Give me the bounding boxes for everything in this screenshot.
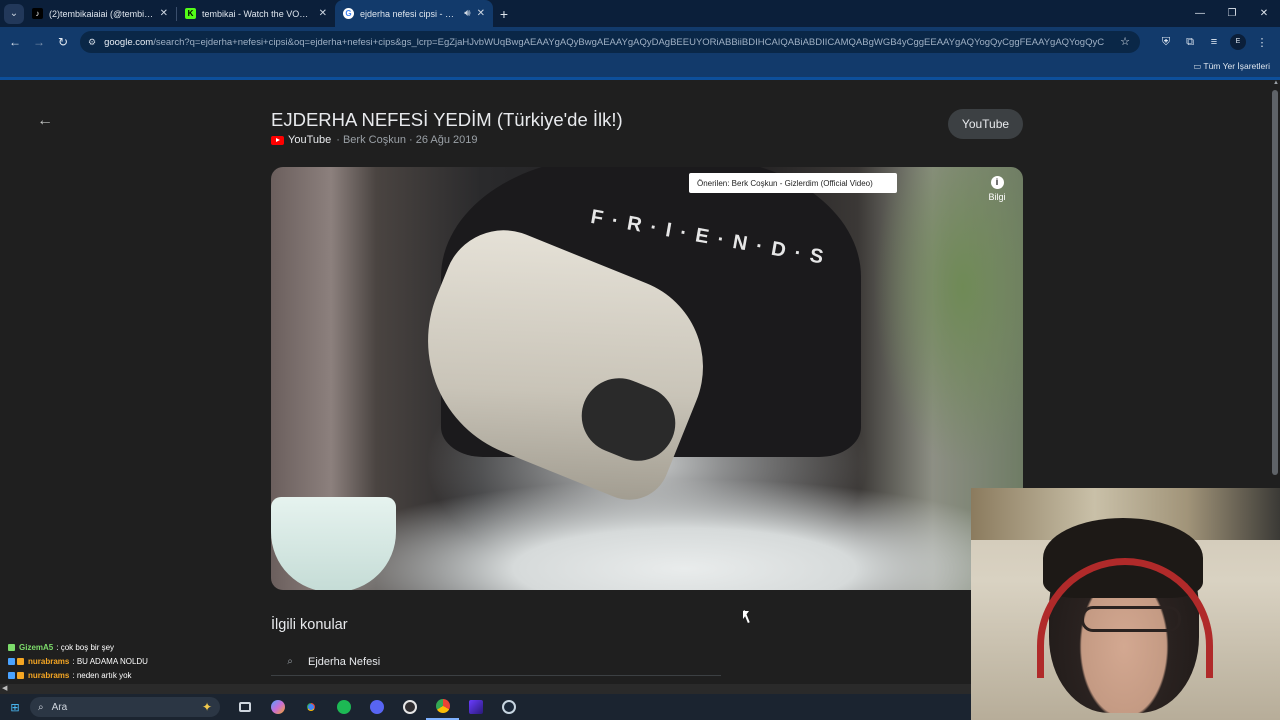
- scroll-up-arrow[interactable]: ▲: [1273, 80, 1279, 86]
- meta-separator: ·: [336, 134, 343, 146]
- new-tab-button[interactable]: +: [493, 6, 515, 22]
- close-icon[interactable]: ✕: [154, 8, 168, 19]
- info-button[interactable]: i Bilgi: [987, 176, 1007, 202]
- chat-message: nurabrams : neden artık yok: [8, 668, 298, 682]
- tab-strip: ⌄ ♪ (2)tembikaiaiai (@tembikaiaia ✕ K te…: [0, 0, 1280, 27]
- site-info-icon[interactable]: ⚙: [88, 37, 96, 48]
- open-youtube-button[interactable]: YouTube: [948, 109, 1023, 139]
- forward-icon[interactable]: →: [27, 35, 51, 49]
- chat-badge-icon: [8, 657, 15, 665]
- kebab-menu-icon[interactable]: ⋮: [1250, 36, 1274, 49]
- video-channel: Berk Coşkun: [342, 134, 406, 146]
- chat-text: BU ADAMA NOLDU: [76, 656, 148, 666]
- video-source: YouTube: [288, 134, 332, 146]
- chat-badge-icon: [8, 671, 15, 679]
- stream-chat-overlay: GizemA5 : çok boş bir şey nurabrams : BU…: [8, 640, 298, 682]
- shield-extension-icon[interactable]: ⛨: [1154, 36, 1178, 49]
- chrome-icon[interactable]: [294, 694, 327, 720]
- chat-message: GizemA5 : çok boş bir şey: [8, 640, 298, 654]
- copilot-icon[interactable]: [261, 694, 294, 720]
- info-label: Bilgi: [988, 192, 1006, 202]
- spotify-icon[interactable]: [327, 694, 360, 720]
- minimize-icon[interactable]: —: [1184, 8, 1216, 19]
- video-title[interactable]: EJDERHA NEFESİ YEDİM (Türkiye'de İlk!): [271, 109, 623, 131]
- search-icon: ⌕: [38, 701, 44, 713]
- chat-username: GizemA5: [19, 642, 54, 652]
- info-icon: i: [990, 176, 1004, 189]
- vertical-scrollbar[interactable]: [1272, 90, 1278, 475]
- puzzle-extensions-icon[interactable]: ⧉: [1178, 36, 1202, 49]
- tab-google-search[interactable]: G ejderha nefesi cipsi - Google 🔊︎ ✕: [335, 0, 493, 27]
- bookmark-star-icon[interactable]: ☆: [1120, 35, 1130, 48]
- close-window-icon[interactable]: ✕: [1248, 8, 1280, 19]
- suggested-video-card[interactable]: Önerilen: Berk Coşkun - Gizlerdim (Offic…: [689, 173, 897, 193]
- video-date: 26 Ağu 2019: [415, 134, 478, 146]
- url-text: google.com/search?q=ejderha+nefesi+cipsi…: [104, 37, 1104, 48]
- webcam-overlay: [971, 488, 1280, 720]
- tab-title: tembikai - Watch the VOD on K: [202, 8, 313, 19]
- browser-toolbar: ← → ↻ ⚙ google.com/search?q=ejderha+nefe…: [0, 27, 1280, 57]
- tab-title: (2)tembikaiaiai (@tembikaiaia: [49, 8, 154, 19]
- windows-start-icon[interactable]: ⊞: [0, 701, 30, 714]
- related-topic-item[interactable]: ⌕ Ejderha Nefesi: [271, 648, 721, 676]
- window-controls: — ❐ ✕: [1184, 8, 1280, 19]
- media-controls-icon[interactable]: ≡: [1202, 36, 1226, 48]
- video-bowl: [271, 497, 396, 590]
- horizontal-scrollbar[interactable]: ◀: [0, 684, 971, 694]
- tab-kick[interactable]: K tembikai - Watch the VOD on K ✕: [177, 0, 335, 27]
- address-bar[interactable]: ⚙ google.com/search?q=ejderha+nefesi+cip…: [80, 31, 1140, 53]
- chrome-active-icon[interactable]: [426, 694, 459, 720]
- related-topic-label: Ejderha Nefesi: [308, 655, 381, 668]
- tab-tiktok[interactable]: ♪ (2)tembikaiaiai (@tembikaiaia ✕: [24, 0, 176, 27]
- back-icon[interactable]: ←: [3, 35, 27, 49]
- all-bookmarks-folder[interactable]: Tüm Yer İşaretleri: [1193, 61, 1270, 72]
- mouse-cursor: [743, 611, 749, 619]
- youtube-logo-icon: [271, 135, 284, 145]
- scroll-left-arrow[interactable]: ◀: [2, 684, 7, 692]
- taskbar-search-placeholder: Ara: [51, 701, 68, 713]
- tiktok-icon: ♪: [32, 8, 43, 19]
- obs-icon[interactable]: [393, 694, 426, 720]
- back-arrow-icon[interactable]: ←: [37, 112, 53, 130]
- windows-taskbar: ⊞ ⌕ Ara ✦: [0, 694, 971, 720]
- taskbar-search[interactable]: ⌕ Ara ✦: [30, 697, 220, 717]
- task-view-icon[interactable]: [228, 694, 261, 720]
- kick-icon: K: [185, 8, 196, 19]
- steam-icon[interactable]: [492, 694, 525, 720]
- chat-message: nurabrams : BU ADAMA NOLDU: [8, 654, 298, 668]
- video-player[interactable]: F·R·I·E·N·D·S Önerilen: Berk Coşkun - Gi…: [271, 167, 1023, 590]
- reload-icon[interactable]: ↻: [51, 35, 75, 49]
- copilot-sparkle-icon: ✦: [201, 700, 212, 714]
- google-icon: G: [343, 8, 354, 19]
- discord-icon[interactable]: [360, 694, 393, 720]
- video-plant: [873, 167, 1023, 467]
- bookmarks-bar: Tüm Yer İşaretleri: [0, 57, 1280, 77]
- tab-title: ejderha nefesi cipsi - Google: [360, 8, 460, 19]
- profile-avatar[interactable]: E: [1230, 34, 1246, 50]
- meta-separator: ·: [405, 134, 416, 146]
- related-topics-heading: İlgili konular: [271, 617, 348, 633]
- chat-badge-icon: [17, 671, 24, 679]
- restore-icon[interactable]: ❐: [1216, 8, 1248, 19]
- close-icon[interactable]: ✕: [475, 8, 485, 19]
- url-host: google.com: [104, 36, 154, 48]
- close-icon[interactable]: ✕: [313, 8, 327, 19]
- chat-badge-icon: [17, 657, 24, 665]
- chat-text: çok boş bir şey: [60, 642, 115, 652]
- tab-search-chevron-icon[interactable]: ⌄: [4, 3, 24, 24]
- url-path: /search?q=ejderha+nefesi+cipsi&oq=ejderh…: [153, 36, 1105, 48]
- chat-badge-icon: [8, 643, 15, 651]
- chat-username: nurabrams: [28, 656, 70, 666]
- toolbar-extensions: ⛨ ⧉ ≡ E ⋮: [1154, 27, 1274, 57]
- video-meta: YouTube · Berk Coşkun · 26 Ağu 2019: [271, 134, 478, 146]
- chat-username: nurabrams: [28, 670, 70, 680]
- speaker-icon[interactable]: 🔊︎: [460, 8, 470, 19]
- vegas-icon[interactable]: [459, 694, 492, 720]
- chat-text: neden artık yok: [76, 670, 132, 680]
